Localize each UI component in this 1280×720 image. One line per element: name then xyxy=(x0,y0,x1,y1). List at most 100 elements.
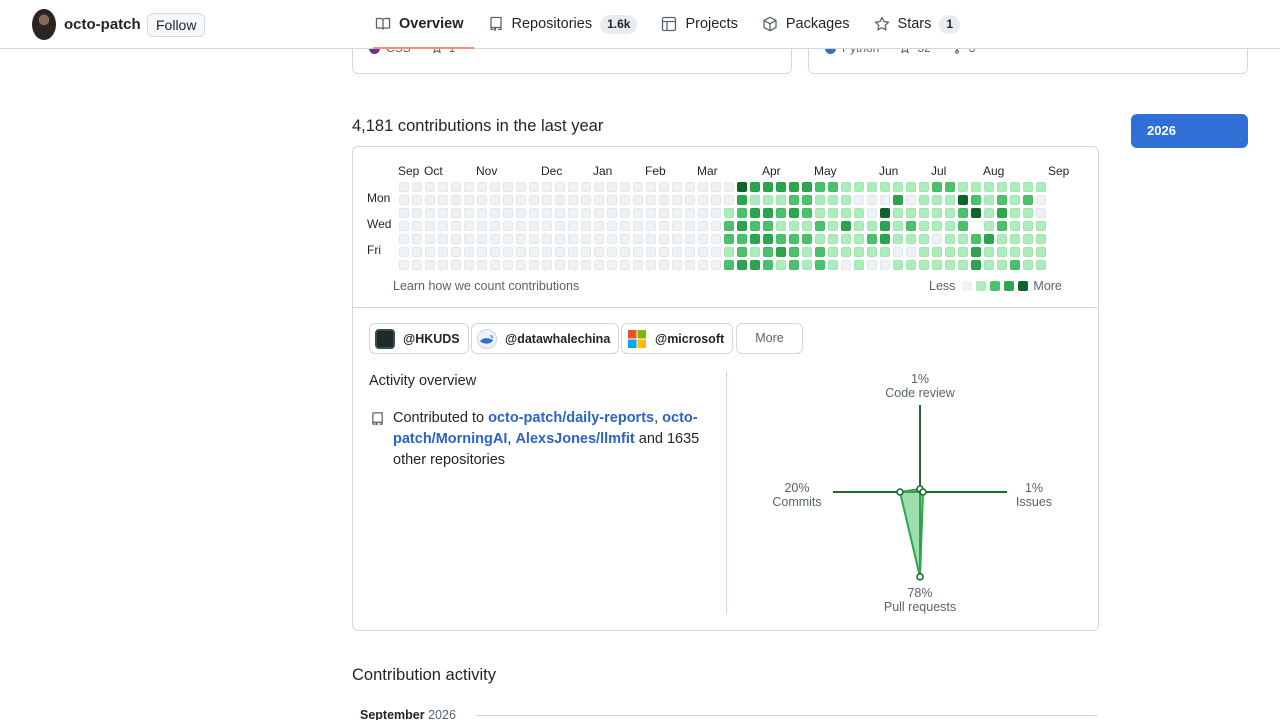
contribution-day-cell[interactable] xyxy=(542,247,552,257)
contribution-day-cell[interactable] xyxy=(802,260,812,270)
contribution-day-cell[interactable] xyxy=(490,195,500,205)
contribution-day-cell[interactable] xyxy=(607,182,617,192)
contribution-day-cell[interactable] xyxy=(854,182,864,192)
contribution-day-cell[interactable] xyxy=(698,260,708,270)
contribution-day-cell[interactable] xyxy=(867,221,877,231)
contribution-day-cell[interactable] xyxy=(594,182,604,192)
contribution-day-cell[interactable] xyxy=(958,234,968,244)
contribution-day-cell[interactable] xyxy=(568,182,578,192)
contribution-day-cell[interactable] xyxy=(906,195,916,205)
contribution-day-cell[interactable] xyxy=(906,234,916,244)
contribution-day-cell[interactable] xyxy=(399,182,409,192)
contribution-day-cell[interactable] xyxy=(997,260,1007,270)
contribution-day-cell[interactable] xyxy=(659,208,669,218)
contribution-day-cell[interactable] xyxy=(490,208,500,218)
contribution-day-cell[interactable] xyxy=(1036,182,1046,192)
contribution-day-cell[interactable] xyxy=(490,234,500,244)
contribution-day-cell[interactable] xyxy=(620,182,630,192)
contribution-day-cell[interactable] xyxy=(425,234,435,244)
contribution-day-cell[interactable] xyxy=(646,182,656,192)
contribution-day-cell[interactable] xyxy=(672,260,682,270)
contribution-day-cell[interactable] xyxy=(763,221,773,231)
contribution-day-cell[interactable] xyxy=(659,221,669,231)
contribution-day-cell[interactable] xyxy=(607,221,617,231)
contribution-day-cell[interactable] xyxy=(412,247,422,257)
contribution-day-cell[interactable] xyxy=(919,234,929,244)
contribution-day-cell[interactable] xyxy=(464,208,474,218)
contribution-day-cell[interactable] xyxy=(906,221,916,231)
contribution-day-cell[interactable] xyxy=(399,247,409,257)
contribution-day-cell[interactable] xyxy=(412,221,422,231)
contribution-day-cell[interactable] xyxy=(828,221,838,231)
contribution-day-cell[interactable] xyxy=(945,260,955,270)
contribution-day-cell[interactable] xyxy=(711,221,721,231)
contribution-day-cell[interactable] xyxy=(646,234,656,244)
contribution-day-cell[interactable] xyxy=(425,221,435,231)
contribution-day-cell[interactable] xyxy=(477,182,487,192)
contribution-day-cell[interactable] xyxy=(477,234,487,244)
contribution-day-cell[interactable] xyxy=(854,221,864,231)
contribution-day-cell[interactable] xyxy=(620,234,630,244)
contribution-day-cell[interactable] xyxy=(932,195,942,205)
contribution-day-cell[interactable] xyxy=(750,221,760,231)
contribution-day-cell[interactable] xyxy=(1036,234,1046,244)
contribution-day-cell[interactable] xyxy=(945,195,955,205)
contribution-day-cell[interactable] xyxy=(568,221,578,231)
contribution-day-cell[interactable] xyxy=(555,234,565,244)
contribution-day-cell[interactable] xyxy=(737,260,747,270)
contribution-day-cell[interactable] xyxy=(1036,195,1046,205)
contribution-day-cell[interactable] xyxy=(412,260,422,270)
contribution-day-cell[interactable] xyxy=(685,195,695,205)
contribution-day-cell[interactable] xyxy=(399,221,409,231)
contribution-day-cell[interactable] xyxy=(802,182,812,192)
contribution-day-cell[interactable] xyxy=(503,234,513,244)
contribution-day-cell[interactable] xyxy=(438,195,448,205)
contribution-day-cell[interactable] xyxy=(867,260,877,270)
contribution-day-cell[interactable] xyxy=(529,182,539,192)
contribution-day-cell[interactable] xyxy=(750,208,760,218)
contribution-day-cell[interactable] xyxy=(1023,208,1033,218)
contribution-day-cell[interactable] xyxy=(529,221,539,231)
contribution-day-cell[interactable] xyxy=(1010,195,1020,205)
contribution-day-cell[interactable] xyxy=(906,182,916,192)
contribution-day-cell[interactable] xyxy=(841,182,851,192)
contribution-day-cell[interactable] xyxy=(399,208,409,218)
contribution-day-cell[interactable] xyxy=(750,247,760,257)
contribution-day-cell[interactable] xyxy=(711,195,721,205)
contribution-day-cell[interactable] xyxy=(438,247,448,257)
contribution-day-cell[interactable] xyxy=(841,221,851,231)
contribution-day-cell[interactable] xyxy=(633,260,643,270)
contribution-day-cell[interactable] xyxy=(451,182,461,192)
contribution-day-cell[interactable] xyxy=(464,195,474,205)
contribution-day-cell[interactable] xyxy=(659,234,669,244)
contribution-day-cell[interactable] xyxy=(971,260,981,270)
contribution-day-cell[interactable] xyxy=(464,221,474,231)
contribution-day-cell[interactable] xyxy=(581,195,591,205)
contribution-day-cell[interactable] xyxy=(776,221,786,231)
contribution-day-cell[interactable] xyxy=(906,208,916,218)
contribution-day-cell[interactable] xyxy=(1023,182,1033,192)
contribution-day-cell[interactable] xyxy=(737,221,747,231)
contribution-day-cell[interactable] xyxy=(568,247,578,257)
contribution-day-cell[interactable] xyxy=(490,260,500,270)
year-2026-button[interactable]: 2026 xyxy=(1131,114,1248,148)
contribution-day-cell[interactable] xyxy=(425,182,435,192)
contribution-day-cell[interactable] xyxy=(646,221,656,231)
contribution-day-cell[interactable] xyxy=(438,234,448,244)
contribution-day-cell[interactable] xyxy=(763,247,773,257)
contribution-day-cell[interactable] xyxy=(685,260,695,270)
contribution-day-cell[interactable] xyxy=(425,208,435,218)
contribution-day-cell[interactable] xyxy=(828,234,838,244)
contribution-day-cell[interactable] xyxy=(711,234,721,244)
contribution-day-cell[interactable] xyxy=(1023,221,1033,231)
contribution-day-cell[interactable] xyxy=(971,208,981,218)
repo-link-llmfit[interactable]: AlexsJones/llmfit xyxy=(515,431,634,447)
contribution-day-cell[interactable] xyxy=(529,247,539,257)
contribution-day-cell[interactable] xyxy=(750,182,760,192)
contribution-day-cell[interactable] xyxy=(568,260,578,270)
contribution-day-cell[interactable] xyxy=(685,234,695,244)
contribution-day-cell[interactable] xyxy=(919,208,929,218)
contribution-day-cell[interactable] xyxy=(867,247,877,257)
contribution-day-cell[interactable] xyxy=(776,208,786,218)
contribution-day-cell[interactable] xyxy=(919,182,929,192)
